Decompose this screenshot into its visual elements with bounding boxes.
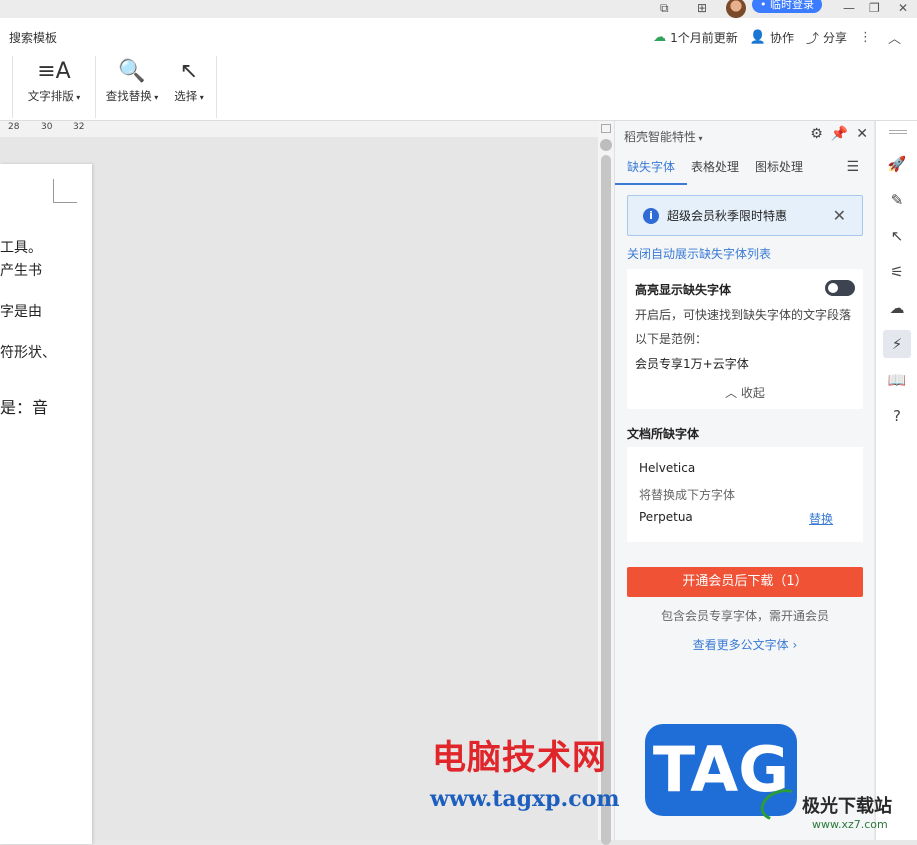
missing-fonts-title: 文档所缺字体	[627, 427, 700, 441]
search-icon: 🔍	[118, 59, 146, 84]
missing-font-card: Helvetica 将替换成下方字体 Perpetua 替换	[627, 447, 863, 542]
ribbon-right-actions: ☁ 1个月前更新 👤 协作 ⤴ 分享 ⋮ ︿	[653, 27, 917, 47]
highlight-desc: 开启后，可快速找到缺失字体的文字段落	[635, 308, 852, 322]
sliders-icon[interactable]: ⚟	[887, 262, 907, 282]
cloud-doc-icon[interactable]: ☁	[887, 298, 907, 318]
avatar[interactable]	[726, 0, 746, 18]
select-label: 选择	[174, 89, 198, 103]
ruler-tick: 28	[8, 122, 20, 132]
rocket-icon[interactable]: 🚀	[887, 154, 907, 174]
divider	[216, 56, 217, 118]
settings-gear-icon[interactable]: ⚙	[810, 126, 823, 142]
book-search-icon[interactable]: 📖	[887, 370, 907, 390]
divider	[12, 56, 13, 118]
collapse-ribbon-button[interactable]: ︿	[888, 28, 905, 47]
doc-text-line[interactable]: 符形状、	[0, 342, 56, 362]
minimize-icon[interactable]: —	[843, 1, 855, 15]
cta-subtext: 包含会员专享字体，需开通会员	[660, 609, 829, 623]
apps-grid-icon[interactable]: ⊞	[697, 1, 707, 15]
collapse-label: 收起	[740, 386, 765, 400]
cursor-icon[interactable]: ↖	[887, 226, 907, 246]
smart-feature-icon[interactable]: ⚡	[883, 330, 911, 358]
close-icon[interactable]: ✕	[898, 1, 908, 15]
notice-close-icon[interactable]: ✕	[833, 206, 846, 225]
tab-missing-fonts[interactable]: 缺失字体	[615, 158, 688, 185]
panel-tabs: 缺失字体 表格处理 图标处理	[615, 158, 819, 185]
example-label: 以下是范例：	[635, 332, 708, 346]
watermark-cn: 电脑技术网	[432, 738, 607, 778]
more-vertical-icon: ⋮	[858, 29, 872, 45]
doc-text-line[interactable]: 工具。	[0, 237, 42, 257]
cursor-select-icon: ↖	[179, 59, 199, 84]
panel-title: 稻壳智能特性	[624, 130, 697, 144]
missing-font-name: Helvetica	[639, 461, 696, 475]
rail-grip[interactable]	[889, 130, 907, 134]
document-page[interactable]: 工具。 产生书 字是由 符形状、 是：音	[0, 164, 92, 844]
scroll-up-arrow[interactable]	[600, 139, 612, 151]
window-layout-icon[interactable]: ⧉	[660, 1, 669, 15]
tab-icon-processing[interactable]: 图标处理	[755, 158, 803, 185]
replacement-font-name: Perpetua	[639, 510, 693, 524]
doc-text-line[interactable]: 字是由	[0, 301, 42, 321]
promo-notice[interactable]: i 超级会员秋季限时特惠 ✕	[627, 195, 863, 236]
title-bar: ⧉ ⊞ • 临时登录 — ❐ ✕	[0, 0, 917, 18]
doc-text-line[interactable]: 是：音	[0, 394, 48, 418]
select-button[interactable]: ↖ 选择 ▾	[170, 58, 208, 104]
replace-link[interactable]: 替换	[809, 510, 833, 527]
update-status-label: 1个月前更新	[670, 30, 738, 45]
pen-icon[interactable]: ✎	[887, 190, 907, 210]
ruler-tick: 32	[73, 122, 85, 132]
search-template-link[interactable]: 搜索模板	[9, 29, 57, 46]
chevron-up-icon: ︿	[887, 31, 901, 47]
close-auto-show-link[interactable]: 关闭自动展示缺失字体列表	[627, 245, 771, 262]
watermark-site-url: www.xz7.com	[812, 818, 888, 831]
collaborate-label: 协作	[769, 30, 794, 45]
watermark-site-name: 极光下载站	[802, 796, 892, 817]
tab-table-processing[interactable]: 表格处理	[691, 158, 739, 185]
panel-head-icons: ⚙ 📌 ✕	[802, 126, 868, 142]
right-icon-rail: 🚀 ✎ ↖ ⚟ ☁ ⚡ 📖 ?	[875, 121, 917, 840]
find-replace-label: 查找替换	[105, 89, 152, 103]
text-layout-label: 文字排版	[27, 89, 74, 103]
more-fonts-label: 查看更多公文字体	[692, 638, 789, 652]
share-label: 分享	[822, 30, 847, 45]
help-icon[interactable]: ?	[887, 406, 907, 426]
highlight-toggle[interactable]	[825, 280, 855, 296]
collapse-button[interactable]: ︿ 收起	[627, 384, 863, 401]
user-icon: 👤	[749, 29, 766, 45]
highlight-title: 高亮显示缺失字体	[635, 283, 732, 297]
chevron-right-icon: ›	[788, 638, 798, 652]
panel-title-dropdown[interactable]: 稻壳智能特性 ▾	[624, 128, 703, 145]
replace-hint: 将替换成下方字体	[639, 488, 736, 502]
divider	[95, 56, 96, 118]
collaborate-button[interactable]: 👤 协作	[750, 29, 794, 46]
update-status[interactable]: ☁ 1个月前更新	[653, 29, 738, 46]
panel-close-icon[interactable]: ✕	[856, 126, 868, 142]
more-menu-button[interactable]: ⋮	[859, 30, 876, 45]
share-button[interactable]: ⤴ 分享	[806, 28, 847, 47]
split-view-icon[interactable]	[601, 124, 611, 133]
highlight-card: 高亮显示缺失字体 开启后，可快速找到缺失字体的文字段落 以下是范例： 会员专享1…	[627, 269, 863, 409]
ribbon-toolbar: 搜索模板 ☁ 1个月前更新 👤 协作 ⤴ 分享 ⋮ ︿ ≡A 文字排版 ▾ 🔍 …	[0, 18, 917, 121]
restore-icon[interactable]: ❐	[869, 1, 880, 15]
more-fonts-link[interactable]: 查看更多公文字体 ›	[627, 636, 863, 653]
hamburger-menu-icon[interactable]: ☰	[846, 159, 859, 175]
cloud-check-icon: ☁	[653, 29, 667, 45]
share-icon: ⤴	[805, 31, 819, 47]
watermark-url: www.tagxp.com	[430, 786, 620, 812]
text-layout-button[interactable]: ≡A 文字排版 ▾	[25, 58, 83, 104]
page-margin-mark	[53, 179, 77, 203]
example-text: 会员专享1万+云字体	[635, 357, 749, 371]
login-button[interactable]: • 临时登录	[752, 0, 822, 13]
pin-icon[interactable]: 📌	[831, 126, 848, 142]
ruler-tick: 30	[41, 122, 53, 132]
horizontal-ruler: 28 30 32	[0, 121, 598, 137]
text-layout-icon: ≡A	[37, 59, 71, 84]
chevron-up-icon: ︿	[725, 386, 741, 400]
info-icon: i	[643, 207, 659, 224]
doc-text-line[interactable]: 产生书	[0, 260, 42, 280]
notice-text: 超级会员秋季限时特惠	[667, 209, 788, 223]
find-replace-button[interactable]: 🔍 查找替换 ▾	[103, 58, 161, 104]
download-after-member-button[interactable]: 开通会员后下载（1）	[627, 567, 863, 597]
